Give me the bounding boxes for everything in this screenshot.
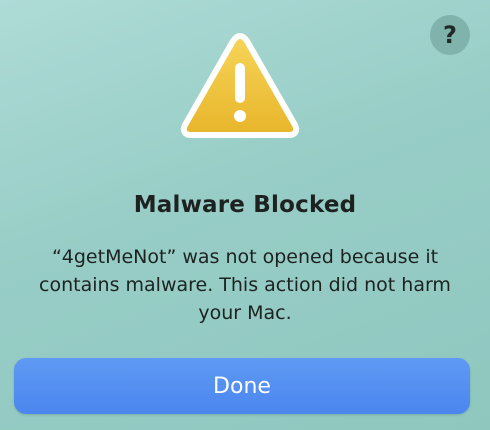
warning-icon: [180, 33, 300, 138]
help-button[interactable]: ?: [430, 15, 470, 55]
dialog-title: Malware Blocked: [133, 192, 357, 218]
dialog-message: “4getMeNot” was not opened because it co…: [39, 246, 451, 324]
malware-alert-dialog: ? Malware Blocked “4getMeNot” was not op…: [0, 0, 490, 430]
help-icon: ?: [443, 21, 457, 49]
done-button[interactable]: Done: [14, 358, 470, 414]
